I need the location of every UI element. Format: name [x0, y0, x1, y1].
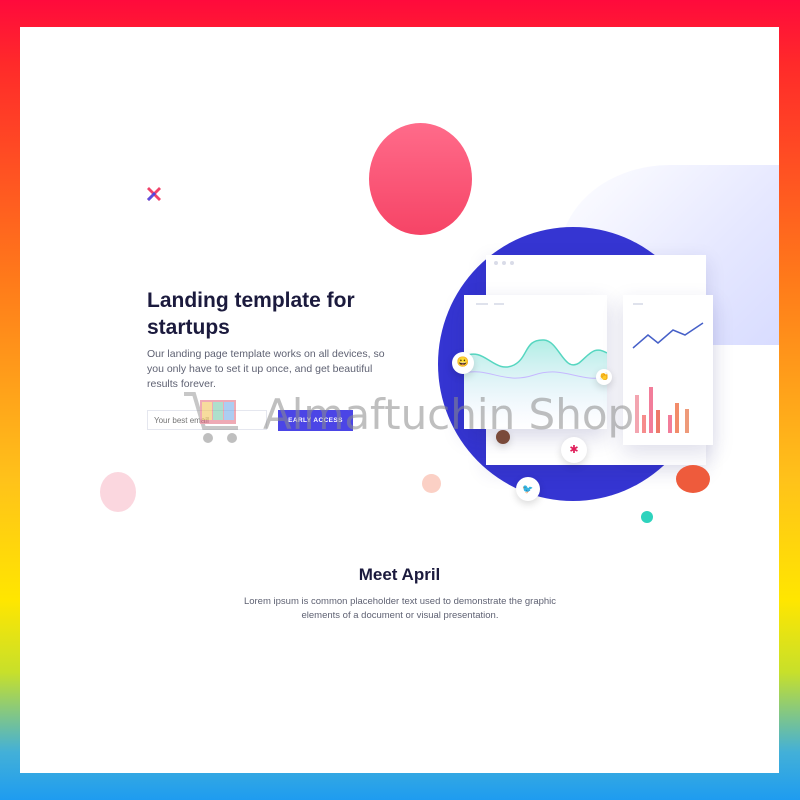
bar-chart-card	[623, 295, 713, 445]
hero-headline: Landing template for startups	[147, 289, 355, 339]
window-dot-icon	[494, 261, 498, 265]
clap-emoji-icon: 👏	[596, 369, 612, 385]
section-body: Lorem ipsum is common placeholder text u…	[243, 596, 557, 621]
peach-dot-decoration	[422, 474, 441, 493]
orange-ball-decoration	[676, 465, 710, 493]
emoji-bubble-icon: 😀	[452, 352, 474, 374]
section-title: Meet April	[358, 565, 441, 584]
hero-section: Landing template for startups Our landin…	[100, 123, 779, 535]
avatar	[496, 430, 510, 444]
window-dot-icon	[502, 261, 506, 265]
area-chart-card	[463, 295, 608, 429]
pink-circle-decoration	[369, 123, 472, 235]
hero-subtext: Our landing page template works on all d…	[147, 348, 385, 390]
slack-icon: ✱	[561, 437, 587, 463]
early-access-button[interactable]: EARLY ACCESS	[278, 410, 353, 431]
twitter-icon: 🐦	[516, 477, 540, 501]
bar-chart-graphic	[632, 303, 704, 433]
pink-ball-decoration	[100, 472, 136, 512]
window-dot-icon	[510, 261, 514, 265]
email-field[interactable]	[147, 410, 267, 430]
gradient-frame: Landing template for startups Our landin…	[0, 0, 800, 800]
area-chart-graphic	[463, 303, 608, 429]
x-logo-icon[interactable]	[147, 187, 161, 201]
teal-dot-decoration	[641, 511, 653, 523]
page-canvas: Landing template for startups Our landin…	[20, 27, 779, 773]
